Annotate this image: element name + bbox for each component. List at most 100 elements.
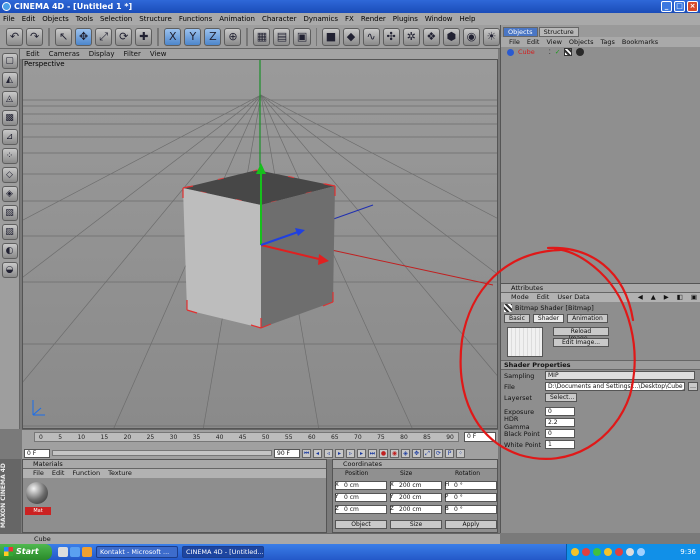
white-point-field[interactable]: 1 bbox=[545, 440, 575, 449]
browse-file-button[interactable]: … bbox=[688, 382, 698, 391]
texture-tag-icon[interactable] bbox=[564, 48, 573, 56]
size-y-field[interactable]: 200 cm bbox=[390, 493, 442, 502]
material-menu-file[interactable]: File bbox=[33, 469, 44, 478]
viewport-menu-filter[interactable]: Filter bbox=[124, 49, 141, 59]
move-icon[interactable]: ✥ bbox=[75, 27, 93, 46]
nurbs-icon[interactable]: ◆ bbox=[342, 27, 360, 46]
rotation-key-icon[interactable]: ⟳ bbox=[434, 448, 443, 458]
position-y-field[interactable]: 0 cm bbox=[335, 493, 387, 502]
position-x-field[interactable]: 0 cm bbox=[335, 481, 387, 490]
rotation-b-field[interactable]: 0 ° bbox=[445, 505, 497, 514]
menu-character[interactable]: Character bbox=[262, 13, 297, 25]
array-icon[interactable]: ✲ bbox=[402, 27, 420, 46]
menu-selection[interactable]: Selection bbox=[100, 13, 132, 25]
material-menu-function[interactable]: Function bbox=[72, 469, 100, 478]
reload-image-button[interactable]: Reload Image... bbox=[553, 327, 609, 342]
material-menu-edit[interactable]: Edit bbox=[52, 469, 65, 478]
next-frame-icon[interactable]: ▹ bbox=[346, 448, 355, 458]
deformer-icon[interactable]: ❖ bbox=[422, 27, 440, 46]
network-icon[interactable] bbox=[637, 548, 645, 556]
recent-tools-icon[interactable]: ✚ bbox=[135, 27, 153, 46]
rotation-p-field[interactable]: 0 ° bbox=[445, 493, 497, 502]
minimize-button[interactable]: _ bbox=[661, 1, 672, 12]
start-button[interactable]: Start bbox=[0, 544, 52, 560]
edges-mode-icon[interactable]: ◇ bbox=[1, 167, 18, 183]
menu-dynamics[interactable]: Dynamics bbox=[304, 13, 339, 25]
attributes-menu-userdata[interactable]: User Data bbox=[557, 293, 589, 302]
objects-menu-edit[interactable]: Edit bbox=[527, 37, 540, 47]
tray-icon[interactable] bbox=[571, 548, 579, 556]
volume-icon[interactable] bbox=[626, 548, 634, 556]
visibility-dots-icon[interactable]: ⁚ bbox=[549, 48, 551, 56]
scale-key-icon[interactable]: ⤢ bbox=[423, 448, 432, 458]
go-to-start-icon[interactable]: ⏮ bbox=[302, 448, 311, 458]
keyframe-selection-icon[interactable]: ◈ bbox=[401, 448, 410, 458]
tab-objects[interactable]: Objects bbox=[503, 27, 538, 37]
attributes-menu-edit[interactable]: Edit bbox=[537, 293, 550, 302]
tray-icon[interactable] bbox=[593, 548, 601, 556]
menu-file[interactable]: File bbox=[3, 13, 15, 25]
file-path-field[interactable]: D:\Documents and Settings\...\Desktop\Cu… bbox=[545, 382, 685, 391]
cube-icon[interactable]: ■ bbox=[322, 27, 340, 46]
light-icon[interactable]: ☀ bbox=[482, 27, 500, 46]
spline-icon[interactable]: ∿ bbox=[362, 27, 380, 46]
x-axis-icon[interactable]: X bbox=[164, 27, 182, 46]
black-point-field[interactable]: 0 bbox=[545, 429, 575, 438]
render-picture-viewer-icon[interactable]: ▤ bbox=[273, 27, 291, 46]
previous-key-icon[interactable]: ◂ bbox=[313, 448, 322, 458]
object-list-item[interactable]: Cube ⁚ ✓ bbox=[501, 47, 700, 57]
attributes-menu-mode[interactable]: Mode bbox=[511, 293, 529, 302]
taskbar-item-cinema4d[interactable]: CINEMA 4D - [Untitled... bbox=[182, 546, 264, 558]
material-preview-sphere[interactable] bbox=[26, 482, 48, 504]
edit-image-button[interactable]: Edit Image... bbox=[553, 338, 609, 347]
nav-back-icon[interactable]: ◀ bbox=[638, 293, 643, 302]
coordinate-system-icon[interactable]: ⊕ bbox=[224, 27, 242, 46]
tray-icon[interactable] bbox=[582, 548, 590, 556]
go-to-end-icon[interactable]: ⏭ bbox=[368, 448, 377, 458]
objects-menu-bookmarks[interactable]: Bookmarks bbox=[622, 37, 658, 47]
redo-icon[interactable]: ↷ bbox=[26, 27, 44, 46]
viewport-menu-edit[interactable]: Edit bbox=[26, 49, 40, 59]
menu-edit[interactable]: Edit bbox=[22, 13, 36, 25]
point-level-icon[interactable]: ⁘ bbox=[456, 448, 465, 458]
viewport-menu-view[interactable]: View bbox=[150, 49, 167, 59]
viewport-menu-cameras[interactable]: Cameras bbox=[49, 49, 80, 59]
snapping-icon[interactable]: ◐ bbox=[1, 243, 18, 259]
animation-mode-icon[interactable]: ▧ bbox=[1, 205, 18, 221]
menu-plugins[interactable]: Plugins bbox=[393, 13, 418, 25]
play-icon[interactable]: ▸ bbox=[335, 448, 344, 458]
material-menu-texture[interactable]: Texture bbox=[108, 469, 132, 478]
rotate-icon[interactable]: ⟳ bbox=[115, 27, 133, 46]
end-frame-field[interactable]: 90 F bbox=[274, 448, 300, 458]
tray-icon[interactable] bbox=[615, 548, 623, 556]
render-view-icon[interactable]: ▦ bbox=[253, 27, 271, 46]
menu-structure[interactable]: Structure bbox=[139, 13, 172, 25]
size-mode-dropdown[interactable]: Size bbox=[390, 520, 442, 529]
menu-window[interactable]: Window bbox=[425, 13, 453, 25]
polygons-mode-icon[interactable]: ◈ bbox=[1, 186, 18, 202]
sampling-dropdown[interactable]: MIP bbox=[545, 371, 695, 380]
apply-button[interactable]: Apply bbox=[445, 520, 497, 529]
texture-axis-icon[interactable]: ⊿ bbox=[1, 129, 18, 145]
model-mode-icon[interactable]: ◭ bbox=[1, 72, 18, 88]
hdr-gamma-field[interactable]: 2.2 bbox=[545, 418, 575, 427]
record-icon[interactable]: ● bbox=[379, 448, 388, 458]
tab-shader[interactable]: Shader bbox=[532, 314, 565, 323]
autokey-icon[interactable]: ◉ bbox=[390, 448, 399, 458]
lock-icon[interactable]: ◧ bbox=[677, 293, 683, 302]
position-z-field[interactable]: 0 cm bbox=[335, 505, 387, 514]
scene-icon[interactable]: ⬢ bbox=[442, 27, 460, 46]
live-select-icon[interactable]: ↖ bbox=[55, 27, 73, 46]
material-tag-icon[interactable] bbox=[576, 48, 585, 56]
z-axis-icon[interactable]: Z bbox=[204, 27, 222, 46]
nav-forward-icon[interactable]: ▶ bbox=[664, 293, 669, 302]
new-manager-icon[interactable]: ▣ bbox=[691, 293, 700, 302]
taskbar-item-kontakt[interactable]: Kontakt - Microsoft ... bbox=[96, 546, 178, 558]
modeling-icon[interactable]: ✣ bbox=[382, 27, 400, 46]
timeline-ruler[interactable]: 0 5 10 15 20 25 30 35 40 45 50 55 60 65 … bbox=[34, 432, 459, 442]
object-mode-icon[interactable]: ◬ bbox=[1, 91, 18, 107]
next-key-icon[interactable]: ▸ bbox=[357, 448, 366, 458]
maximize-button[interactable]: □ bbox=[674, 1, 685, 12]
tab-animation[interactable]: Animation bbox=[567, 314, 608, 323]
objects-menu-file[interactable]: File bbox=[509, 37, 520, 47]
